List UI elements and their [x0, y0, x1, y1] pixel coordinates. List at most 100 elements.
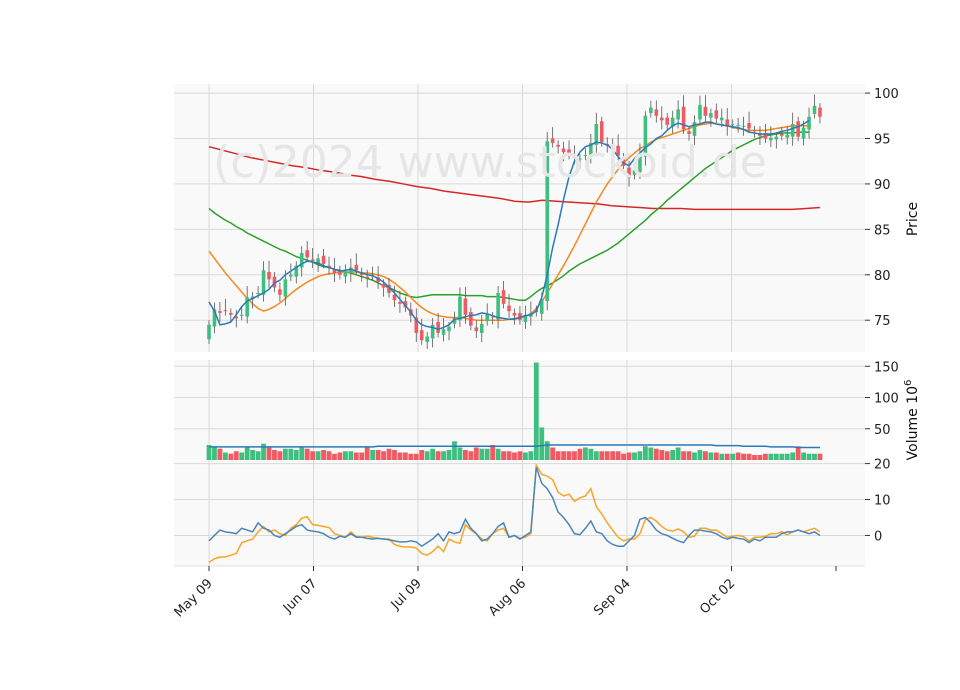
volume-bar: [703, 451, 708, 460]
volume-y-tick-label: 100: [874, 392, 899, 407]
candle-body: [447, 326, 451, 332]
candle-body: [507, 305, 511, 312]
volume-bar: [643, 446, 648, 460]
candle-body: [730, 123, 735, 125]
volume-bar: [692, 452, 697, 460]
volume-bar: [250, 450, 256, 460]
volume-bar: [795, 446, 801, 460]
volume-bar: [779, 453, 785, 460]
volume-bar: [604, 451, 610, 460]
price-y-tick-label: 75: [874, 314, 891, 329]
volume-bar: [806, 453, 812, 460]
volume-bar: [288, 448, 294, 460]
volume-bar: [615, 451, 621, 460]
candle-body: [289, 274, 293, 277]
volume-bar: [626, 452, 632, 460]
volume-bar: [386, 448, 392, 460]
candle-body: [801, 127, 806, 139]
volume-bar: [697, 450, 703, 460]
volume-bar: [244, 447, 250, 460]
volume-bar: [353, 452, 359, 460]
candle-body: [425, 336, 429, 343]
candle-body: [807, 116, 811, 130]
candle-body: [239, 314, 244, 316]
volume-bar: [610, 451, 616, 460]
volume-bar: [566, 451, 572, 460]
volume-bar: [539, 427, 545, 460]
volume-bar: [222, 452, 228, 460]
x-axis: May 09 Jun 07 Jul 09 Aug 06 Sep 04 Oct 02: [172, 565, 865, 620]
volume-bar: [310, 451, 316, 460]
volume-bar: [217, 448, 223, 460]
volume-bar: [768, 453, 774, 460]
x-tick-label: Sep 04: [591, 576, 634, 619]
volume-bar: [468, 451, 474, 460]
volume-bar: [408, 453, 414, 460]
volume-bar: [501, 451, 506, 460]
candle-body: [779, 133, 784, 136]
volume-bar: [266, 447, 272, 460]
oscillator-panel: 0 10 20: [174, 458, 891, 566]
volume-bar: [757, 455, 763, 460]
volume-bar: [817, 453, 823, 460]
volume-bar: [763, 453, 768, 460]
volume-y-tick-label: 150: [874, 360, 899, 375]
volume-bar: [512, 452, 517, 460]
candle-body: [741, 125, 746, 127]
volume-bar: [342, 451, 348, 460]
candle-body: [812, 105, 817, 114]
volume-bar: [812, 453, 817, 460]
volume-bar: [490, 445, 496, 460]
volume-bar: [582, 447, 588, 460]
osc-y-tick-label: 0: [874, 529, 882, 544]
price-axis-label: Price: [905, 202, 921, 236]
candle-body: [398, 302, 402, 304]
volume-axis-label: Volume 106: [903, 380, 921, 461]
candle-body: [458, 296, 462, 321]
candle-body: [256, 292, 260, 294]
volume-bar: [315, 451, 321, 460]
price-y-tick-label: 85: [874, 223, 891, 238]
price-y-tick-label: 90: [874, 178, 891, 193]
candle-body: [278, 289, 282, 295]
candle-body: [441, 329, 446, 335]
osc-panel-background: [174, 460, 865, 566]
volume-bar: [277, 451, 283, 460]
volume-bar: [272, 450, 277, 460]
volume-bar: [686, 451, 692, 460]
candle-body: [709, 113, 713, 118]
x-tick-label: Aug 06: [486, 576, 529, 619]
volume-bar: [299, 447, 305, 460]
candle-body: [736, 124, 740, 126]
candle-body: [267, 272, 271, 280]
volume-bar: [446, 450, 452, 460]
volume-bar: [473, 447, 479, 460]
candle-body: [283, 279, 288, 297]
candle-body: [659, 117, 664, 121]
volume-bar: [326, 451, 332, 460]
volume-bar: [304, 448, 310, 460]
volume-bar: [659, 450, 665, 460]
candle-body: [501, 290, 506, 304]
osc-y-tick-label: 10: [874, 494, 891, 509]
volume-bar: [599, 451, 605, 460]
candle-body: [774, 136, 779, 140]
candle-body: [703, 106, 708, 116]
volume-bar: [681, 451, 686, 460]
candle-body: [365, 276, 369, 279]
volume-bar: [528, 451, 534, 460]
candle-body: [229, 312, 233, 315]
price-y-tick-label: 95: [874, 133, 891, 148]
osc-y-tick-label: 20: [874, 458, 891, 473]
x-tick-label: May 09: [172, 576, 216, 620]
candle-body: [796, 121, 800, 137]
volume-bar: [397, 452, 403, 460]
volume-bar: [370, 450, 376, 460]
candle-body: [747, 123, 751, 129]
volume-bar: [239, 452, 245, 460]
volume-bar: [375, 450, 381, 460]
volume-bar: [522, 452, 528, 460]
volume-bar: [337, 452, 343, 460]
candle-body: [474, 327, 479, 332]
volume-bar: [402, 452, 408, 460]
